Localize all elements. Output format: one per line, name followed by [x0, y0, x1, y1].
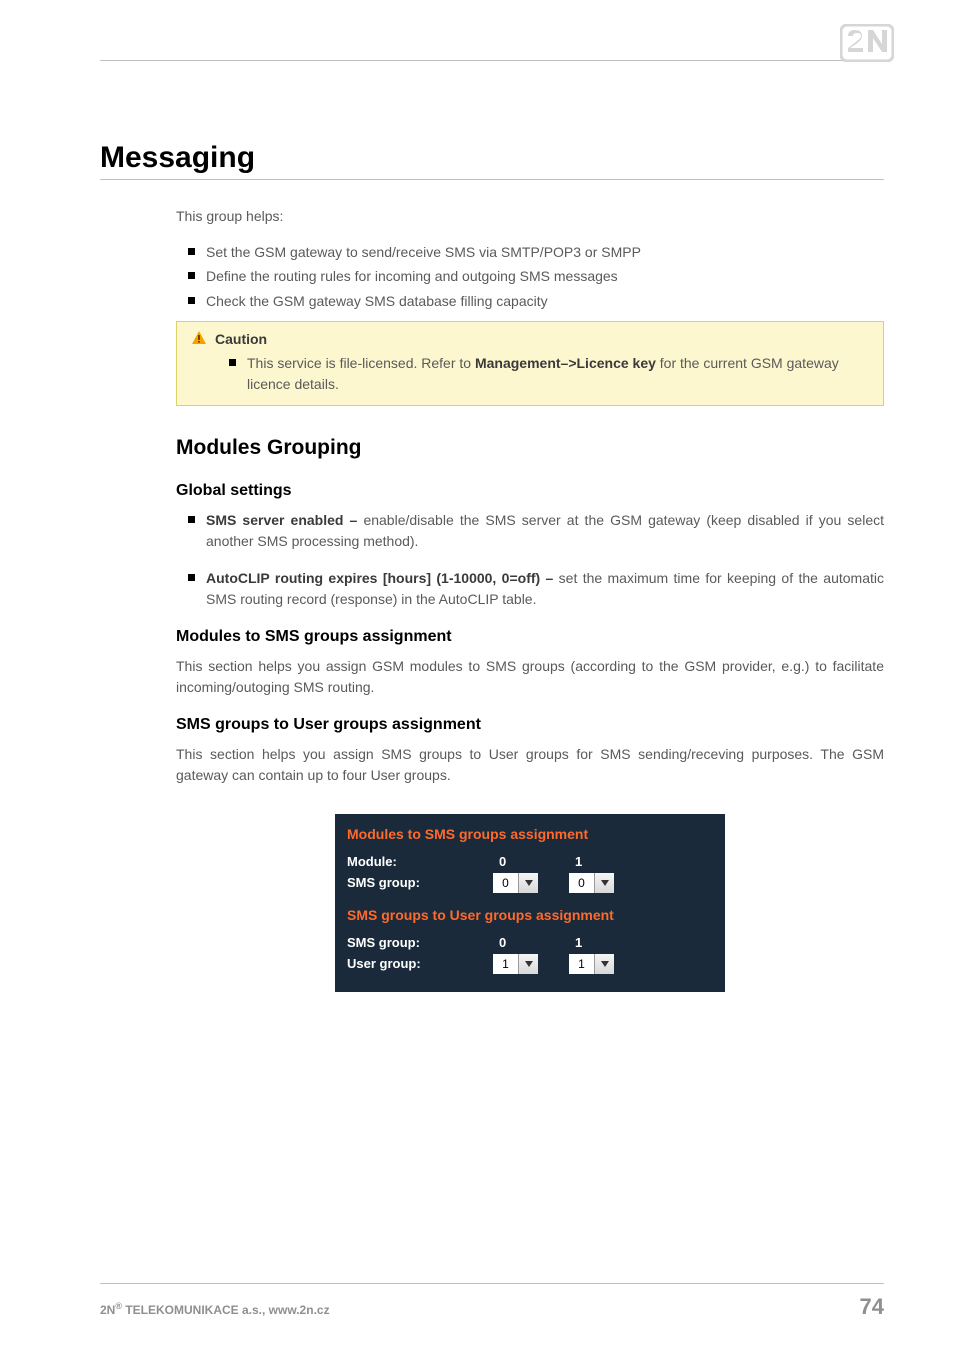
- assignment-panel: Modules to SMS groups assignment Module:…: [335, 814, 725, 992]
- user-group-select-0[interactable]: 1: [493, 954, 538, 974]
- page-title: Messaging: [100, 141, 884, 180]
- section-heading-modules-grouping: Modules Grouping: [176, 436, 884, 460]
- panel-title-modules: Modules to SMS groups assignment: [347, 826, 713, 842]
- smsgroups-paragraph: This section helps you assign SMS groups…: [176, 744, 884, 786]
- select-value: 1: [569, 954, 594, 974]
- header-rule: [100, 60, 884, 61]
- list-item: Define the routing rules for incoming an…: [206, 266, 884, 286]
- chevron-down-icon[interactable]: [594, 873, 614, 893]
- footer-page-number: 74: [860, 1294, 884, 1320]
- list-item: AutoCLIP routing expires [hours] (1-1000…: [206, 568, 884, 610]
- subheading-modules-to-sms: Modules to SMS groups assignment: [176, 628, 884, 646]
- subheading-global-settings: Global settings: [176, 482, 884, 500]
- module-index-0: 0: [493, 854, 563, 869]
- chevron-down-icon[interactable]: [518, 954, 538, 974]
- chevron-down-icon[interactable]: [594, 954, 614, 974]
- list-item: Set the GSM gateway to send/receive SMS …: [206, 242, 884, 262]
- user-group-select-1[interactable]: 1: [569, 954, 614, 974]
- modules-paragraph: This section helps you assign GSM module…: [176, 656, 884, 698]
- callout-title: Caution: [215, 331, 267, 347]
- module-label: Module:: [347, 854, 487, 869]
- sms-group-index-0: 0: [493, 935, 563, 950]
- brand-logo: [840, 24, 894, 62]
- sms-group-row-label: SMS group:: [347, 935, 487, 950]
- sms-group-select-0[interactable]: 0: [493, 873, 538, 893]
- caution-callout: Caution This service is file-licensed. R…: [176, 321, 884, 406]
- subheading-sms-to-user: SMS groups to User groups assignment: [176, 716, 884, 734]
- intro-bullet-list: Set the GSM gateway to send/receive SMS …: [176, 242, 884, 311]
- warning-icon: [191, 330, 207, 349]
- page-footer: 2N® TELEKOMUNIKACE a.s., www.2n.cz 74: [100, 1283, 884, 1320]
- module-index-1: 1: [569, 854, 639, 869]
- panel-title-smsgroups: SMS groups to User groups assignment: [347, 907, 713, 923]
- chevron-down-icon[interactable]: [518, 873, 538, 893]
- list-item: SMS server enabled – enable/disable the …: [206, 510, 884, 552]
- global-settings-list: SMS server enabled – enable/disable the …: [176, 510, 884, 610]
- list-item: Check the GSM gateway SMS database filli…: [206, 291, 884, 311]
- user-group-label: User group:: [347, 956, 487, 971]
- select-value: 1: [493, 954, 518, 974]
- select-value: 0: [493, 873, 518, 893]
- footer-company: 2N® TELEKOMUNIKACE a.s., www.2n.cz: [100, 1301, 330, 1317]
- sms-group-select-1[interactable]: 0: [569, 873, 614, 893]
- sms-group-label: SMS group:: [347, 875, 487, 890]
- callout-text: This service is file-licensed. Refer to …: [247, 353, 869, 395]
- select-value: 0: [569, 873, 594, 893]
- sms-group-index-1: 1: [569, 935, 639, 950]
- lead-text: This group helps:: [176, 208, 884, 224]
